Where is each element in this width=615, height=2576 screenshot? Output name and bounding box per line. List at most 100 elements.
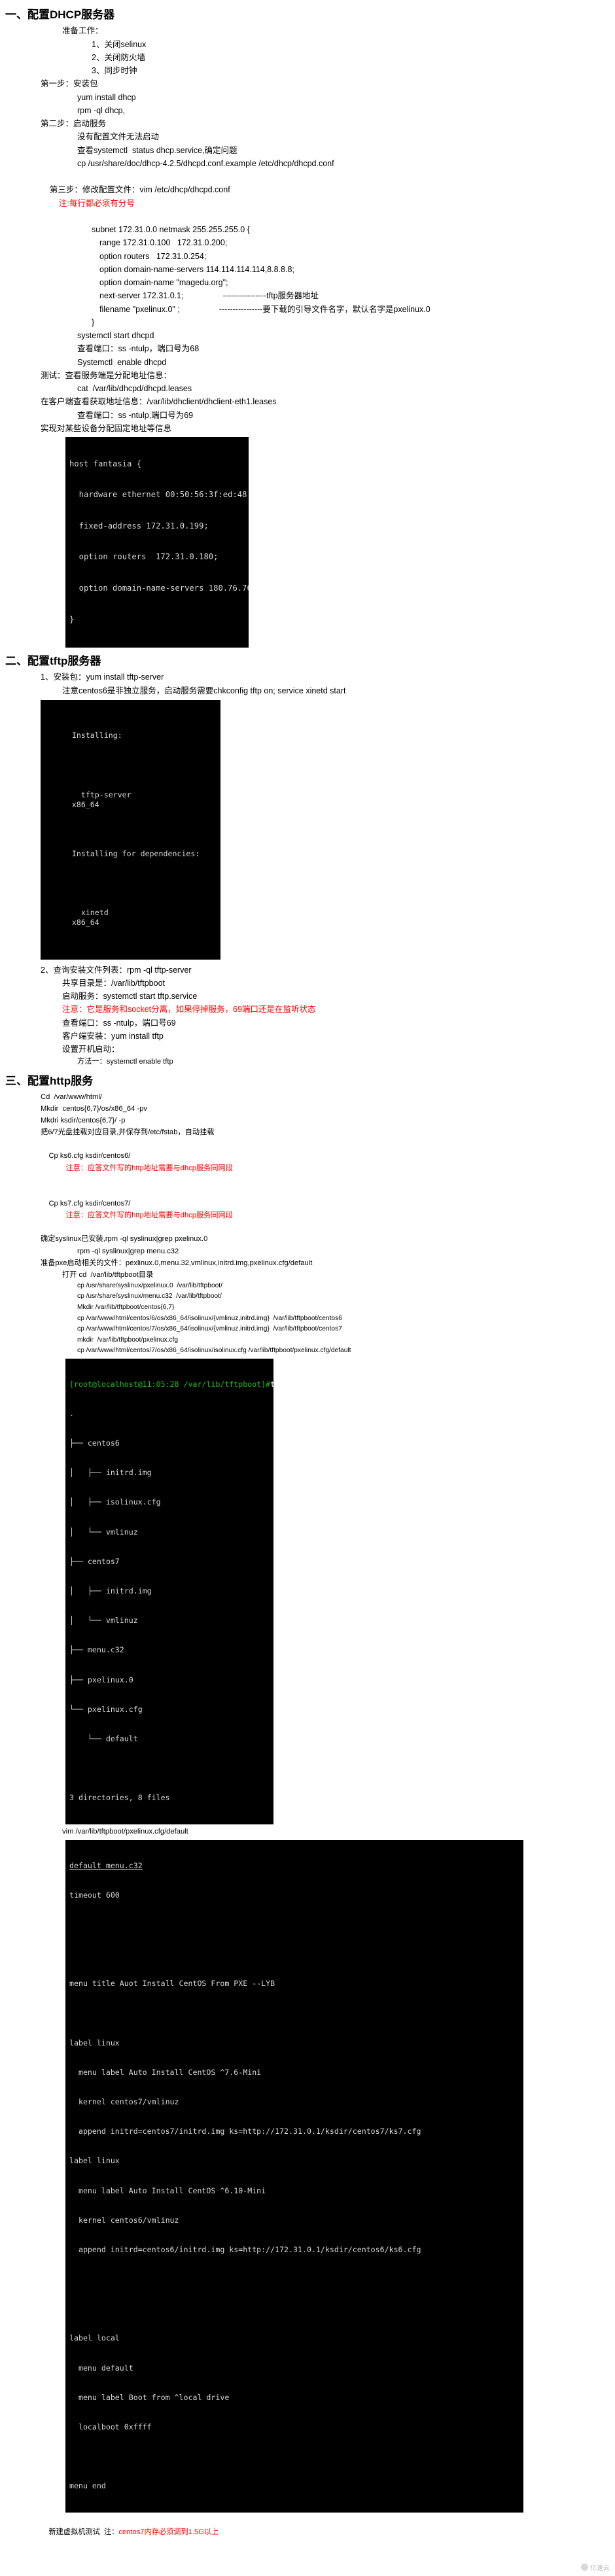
text-line: Systemctl enable dhcpd bbox=[77, 357, 167, 367]
text-line: cp /var/www/html/centos/7/os/x86_64/isol… bbox=[77, 1325, 342, 1333]
annotated-conf-line: next-server 172.31.0.1; ----------------… bbox=[99, 289, 615, 302]
text-line: 设置开机启动： bbox=[62, 1045, 120, 1054]
conf-line: subnet 172.31.0.0 netmask 255.255.255.0 … bbox=[92, 225, 250, 234]
terminal-line: label linux bbox=[69, 2038, 120, 2047]
text-line: rpm -ql syslinux|grep menu.c32 bbox=[77, 1247, 179, 1255]
terminal-line: │ ├── initrd.img bbox=[69, 1586, 152, 1595]
annotated-conf-line: filename "pxelinux.0" ; ----------------… bbox=[99, 303, 615, 316]
terminal-line: menu default bbox=[69, 2363, 133, 2373]
text-line: systemctl start dhcpd bbox=[77, 331, 154, 340]
terminal-line: tftp-server x86_64 bbox=[44, 780, 217, 819]
text-line: 查看端口：ss -ntulp，端口号69 bbox=[62, 1018, 176, 1028]
text-line: 2、关闭防火墙 bbox=[92, 52, 145, 62]
terminal-line: xinetd x86_64 bbox=[44, 898, 217, 937]
text-line: 方法一：systemctl enable tftp bbox=[77, 1058, 173, 1066]
text-line: 查看端口：ss -ntulp,端口号为69 bbox=[77, 410, 194, 420]
text-line: mkdir /var/lib/tftpboot/pxelinux.cfg bbox=[77, 1336, 179, 1344]
text-line: cp /usr/share/doc/dhcp-4.2.5/dhcpd.conf.… bbox=[77, 158, 334, 168]
section-heading-dhcp: 一、配置DHCP服务器 bbox=[5, 9, 115, 21]
terminal-pkg-arch bbox=[72, 740, 84, 750]
text-line: 实现对某些设备分配固定地址等信息 bbox=[41, 423, 172, 433]
ks-copy-note: 注意：应答文件写的http地址需要与dhcp服务同网段 bbox=[65, 1211, 233, 1220]
terminal-line: menu label Boot from ^local drive bbox=[69, 2392, 230, 2402]
conf-line: range 172.31.0.100 172.31.0.200; bbox=[99, 238, 228, 248]
terminal-pkg-arch: x86_64 bbox=[71, 918, 99, 928]
text-line: cat /var/lib/dhcpd/dhcpd.leases bbox=[77, 384, 192, 393]
text-line: 在客户端查看获取地址信息：/var/lib/dhclient/dhclient-… bbox=[41, 397, 277, 407]
terminal-line: append initrd=centos6/initrd.img ks=http… bbox=[69, 2244, 421, 2254]
terminal-line: ├── pxelinux.0 bbox=[69, 1675, 133, 1684]
watermark-icon bbox=[581, 2563, 588, 2571]
conf-annotation: ----------------tftp服务器地址 bbox=[222, 291, 319, 301]
step-three-line: 第三步：修改配置文件：vim /etc/dhcp/dhcpd.conf 注:每行… bbox=[41, 170, 615, 223]
text-line: Mkdri ksdir/centos{6,7}/ -p bbox=[41, 1116, 126, 1124]
conf-line: option domain-name "magedu.org"; bbox=[99, 278, 228, 287]
terminal-line: │ └── vmlinuz bbox=[69, 1527, 138, 1537]
ks-copy-line: Cp ks7.cfg ksdir/centos7/ 注意：应答文件写的http地… bbox=[41, 1186, 615, 1234]
terminal-line: ├── menu.c32 bbox=[69, 1645, 124, 1655]
final-note-warning: centos7内存必须调到1.5G以上 bbox=[118, 2528, 219, 2536]
watermark: 亿速云 bbox=[581, 2562, 610, 2572]
section-heading-tftp: 二、配置tftp服务器 bbox=[5, 655, 101, 668]
text-line: 确定syslinux已安装,rpm -ql syslinux|grep pxel… bbox=[41, 1235, 208, 1244]
terminal-line: timeout 600 bbox=[69, 1890, 120, 1900]
terminal-prompt: [root@localhost@11:05:28 /var/lib/tftpbo… bbox=[69, 1379, 271, 1389]
text-line: 客户端安装：yum install tftp bbox=[62, 1031, 164, 1041]
terminal-line: option routers 172.31.0.180; bbox=[69, 552, 219, 562]
terminal-line: menu end bbox=[69, 2481, 106, 2491]
text-line: 启动服务：systemctl start tftp.service bbox=[62, 992, 198, 1001]
terminal-pkg-label: tftp-server bbox=[71, 790, 132, 799]
text-line: } bbox=[92, 317, 95, 327]
terminal-line: └── pxelinux.cfg bbox=[69, 1704, 143, 1714]
terminal-command: tree bbox=[270, 1379, 273, 1389]
text-line: 注意centos6是非独立服务，启动服务需要chkconfig tftp on;… bbox=[62, 686, 346, 695]
terminal-pkg-label: Installing: bbox=[71, 731, 122, 740]
ks-copy-code: Cp ks7.cfg ksdir/centos7/ bbox=[48, 1199, 131, 1208]
terminal-line: label linux bbox=[69, 2156, 120, 2166]
terminal-line: 3 directories, 8 files bbox=[69, 1793, 170, 1803]
terminal-line: label local bbox=[69, 2333, 120, 2343]
text-line: 共享目录是：/var/lib/tftpboot bbox=[62, 978, 165, 988]
watermark-text: 亿速云 bbox=[590, 2564, 610, 2572]
terminal-line: localboot 0xffff bbox=[69, 2422, 152, 2431]
text-line: vim /var/lib/tftpboot/pxelinux.cfg/defau… bbox=[62, 1828, 188, 1836]
terminal-pkg-arch: x86_64 bbox=[71, 799, 99, 809]
terminal-line: } bbox=[69, 614, 75, 624]
terminal-pkg-arch bbox=[72, 859, 84, 868]
text-line: 准备工作： bbox=[62, 26, 103, 36]
ks-copy-line: Cp ks6.cfg ksdir/centos6/ 注意：应答文件写的http地… bbox=[41, 1138, 615, 1186]
text-line: cp /usr/share/syslinux/pxelinux.0 /var/l… bbox=[77, 1281, 222, 1289]
terminal-line: host fantasia { bbox=[69, 459, 142, 468]
terminal-line: hardware ethernet 00:50:56:3f:ed:48; bbox=[69, 490, 249, 500]
conf-line: option domain-name-servers 114.114.114.1… bbox=[99, 264, 294, 274]
text-line: 2、查询安装文件列表：rpm -ql tftp-server bbox=[41, 965, 192, 975]
terminal-line: fixed-address 172.31.0.199; bbox=[69, 521, 209, 531]
terminal-line: menu label Auto Install CentOS ^6.10-Min… bbox=[69, 2185, 266, 2195]
conf-line: option routers 172.31.0.254; bbox=[99, 251, 207, 261]
text-line: 测试：查看服务端是分配地址信息： bbox=[41, 370, 172, 380]
text-line: cp /var/www/html/centos/7/os/x86_64/isol… bbox=[77, 1347, 351, 1355]
terminal-line: option domain-name-servers 180.76.76.76; bbox=[79, 583, 249, 593]
terminal-line: Installing: bbox=[44, 721, 217, 760]
terminal-block-pxe-menu: default menu.c32 timeout 600 menu title … bbox=[65, 1839, 523, 2513]
text-line: 3、同步时钟 bbox=[92, 66, 137, 75]
terminal-line: append initrd=centos7/initrd.img ks=http… bbox=[69, 2127, 421, 2136]
document-page: 一、配置DHCP服务器 准备工作： 1、关闭selinux 2、关闭防火墙 3、… bbox=[0, 0, 615, 2576]
text-line-warning: 注意：它是服务和socket分离，如果停掉服务，69端口还是在监听状态 bbox=[62, 1005, 316, 1015]
terminal-line: Installing for dependencies: bbox=[44, 839, 217, 879]
text-line: cp /usr/share/syslinux/menu.c32 /var/lib… bbox=[77, 1293, 222, 1300]
terminal-line: │ └── vmlinuz bbox=[69, 1616, 138, 1626]
terminal-line: kernel centos6/vmlinuz bbox=[69, 2215, 179, 2225]
terminal-block-tftp-install: Installing: tftp-server x86_64 Installin… bbox=[41, 699, 220, 960]
terminal-block-tree: [root@localhost@11:05:28 /var/lib/tftpbo… bbox=[65, 1358, 273, 1825]
text-line: 1、安装包：yum install tftp-server bbox=[41, 672, 164, 682]
text-line: Mkdir centos{6,7}/os/x86_64 -pv bbox=[41, 1104, 147, 1113]
text-line: 第二步：启动服务 bbox=[41, 119, 107, 128]
ks-copy-note: 注意：应答文件写的http地址需要与dhcp服务同网段 bbox=[65, 1164, 233, 1172]
text-line: Mkdir /var/lib/tftpboot/centos{6,7} bbox=[77, 1303, 175, 1311]
